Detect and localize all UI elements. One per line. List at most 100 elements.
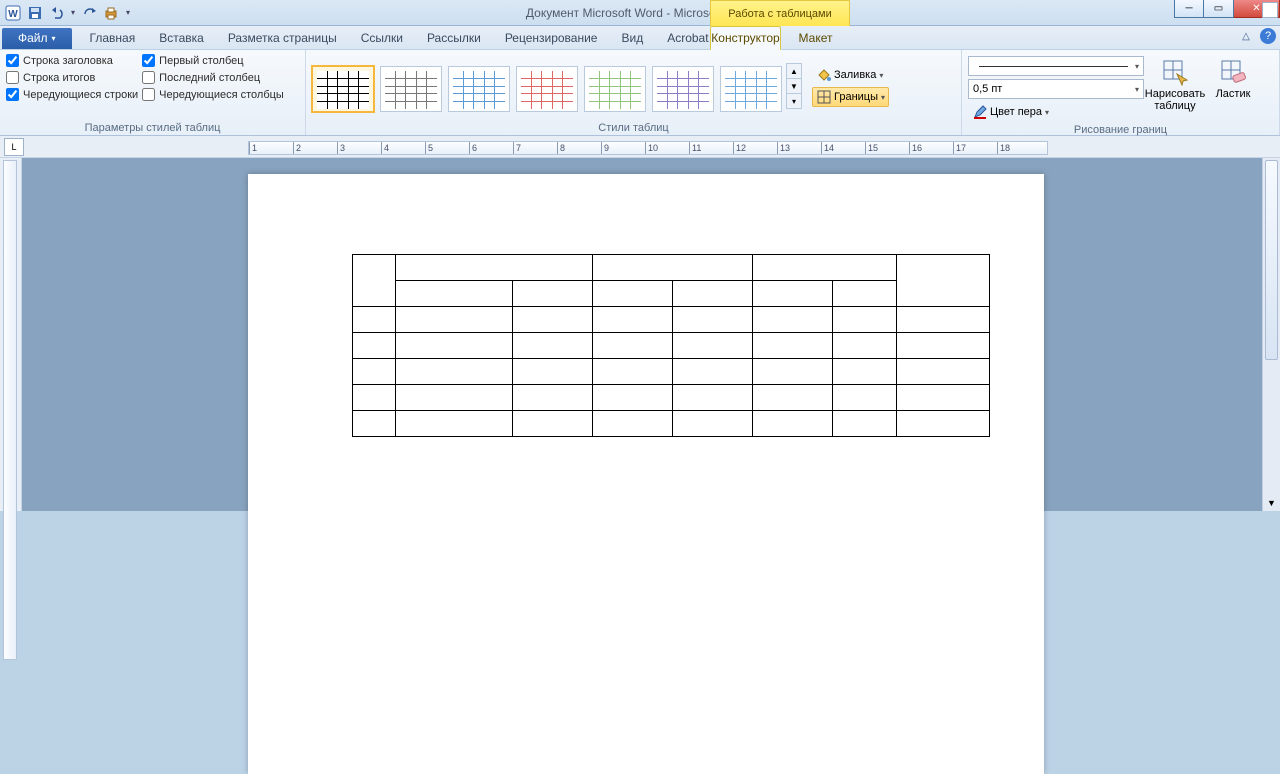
table-cell[interactable] [353, 255, 396, 307]
checkbox-Последний столбец[interactable]: Последний столбец [142, 71, 284, 84]
table-cell[interactable] [753, 255, 897, 281]
tab-Вид[interactable]: Вид [609, 27, 655, 49]
table-cell[interactable] [753, 281, 833, 307]
tab-Вставка[interactable]: Вставка [147, 27, 216, 49]
print-icon[interactable] [100, 2, 122, 24]
table-style-thumb[interactable] [720, 66, 782, 112]
table-cell[interactable] [673, 281, 753, 307]
table-cell[interactable] [396, 281, 513, 307]
table-cell[interactable] [753, 333, 833, 359]
checkbox-Первый столбец[interactable]: Первый столбец [142, 54, 284, 67]
minimize-ribbon-icon[interactable]: △ [1238, 28, 1254, 44]
tab-selector[interactable]: L [4, 138, 24, 156]
table-cell[interactable] [353, 359, 396, 385]
table-cell[interactable] [753, 385, 833, 411]
scroll-thumb[interactable] [1265, 160, 1278, 360]
table-style-thumb[interactable] [652, 66, 714, 112]
table-cell[interactable] [593, 307, 673, 333]
scroll-down-icon[interactable]: ▼ [1263, 495, 1280, 511]
table-cell[interactable] [513, 385, 593, 411]
save-icon[interactable] [24, 2, 46, 24]
undo-dropdown-icon[interactable]: ▾ [68, 2, 78, 24]
table-cell[interactable] [753, 359, 833, 385]
qat-customize-icon[interactable]: ▾ [122, 2, 134, 24]
tab-Ссылки[interactable]: Ссылки [349, 27, 415, 49]
table-cell[interactable] [753, 411, 833, 437]
table-cell[interactable] [833, 333, 897, 359]
table-cell[interactable] [396, 359, 513, 385]
table-cell[interactable] [833, 359, 897, 385]
table-cell[interactable] [513, 411, 593, 437]
table-cell[interactable] [396, 333, 513, 359]
draw-table-button[interactable]: Нарисовать таблицу [1148, 56, 1202, 112]
table-cell[interactable] [897, 307, 990, 333]
checkbox-Чередующиеся столбцы[interactable]: Чередующиеся столбцы [142, 88, 284, 101]
table-cell[interactable] [353, 411, 396, 437]
eraser-button[interactable]: Ластик [1206, 56, 1260, 100]
table-cell[interactable] [673, 333, 753, 359]
view-ruler-toggle[interactable] [1262, 2, 1278, 18]
vertical-scrollbar[interactable]: ▲ ▼ [1262, 158, 1280, 511]
document-page[interactable] [248, 174, 1044, 774]
tab-Главная[interactable]: Главная [78, 27, 148, 49]
line-weight-combo[interactable]: 0,5 пт▾ [968, 79, 1144, 99]
tab-layout[interactable]: Макет [781, 26, 850, 50]
table-cell[interactable] [396, 385, 513, 411]
tab-Разметка страницы[interactable]: Разметка страницы [216, 27, 349, 49]
table-cell[interactable] [753, 307, 833, 333]
table-cell[interactable] [897, 255, 990, 307]
shading-button[interactable]: Заливка▾ [812, 65, 889, 85]
table-style-thumb[interactable] [380, 66, 442, 112]
checkbox-Строка итогов[interactable]: Строка итогов [6, 71, 138, 84]
table-style-thumb[interactable] [516, 66, 578, 112]
minimize-button[interactable]: ─ [1174, 0, 1204, 18]
gallery-more-icon[interactable]: ▾ [787, 94, 801, 108]
table-cell[interactable] [897, 333, 990, 359]
tab-designer[interactable]: Конструктор [710, 26, 781, 50]
table-cell[interactable] [593, 333, 673, 359]
table-cell[interactable] [513, 333, 593, 359]
table-cell[interactable] [396, 255, 593, 281]
tab-Рассылки[interactable]: Рассылки [415, 27, 493, 49]
table-cell[interactable] [396, 411, 513, 437]
gallery-up-icon[interactable]: ▲ [787, 64, 801, 79]
table-cell[interactable] [593, 411, 673, 437]
undo-icon[interactable] [46, 2, 68, 24]
table-cell[interactable] [673, 385, 753, 411]
table-cell[interactable] [513, 281, 593, 307]
gallery-scroll[interactable]: ▲ ▼ ▾ [786, 63, 802, 109]
table-style-thumb[interactable] [584, 66, 646, 112]
table-cell[interactable] [897, 411, 990, 437]
checkbox-Чередующиеся строки[interactable]: Чередующиеся строки [6, 88, 138, 101]
table-styles-gallery[interactable] [312, 60, 782, 112]
word-icon[interactable]: W [2, 2, 24, 24]
table-cell[interactable] [513, 359, 593, 385]
table-cell[interactable] [593, 255, 753, 281]
table-cell[interactable] [897, 385, 990, 411]
document-table[interactable] [352, 254, 990, 437]
borders-button[interactable]: Границы▾ [812, 87, 889, 107]
horizontal-ruler[interactable]: 123456789101112131415161718 [248, 138, 1280, 156]
gallery-down-icon[interactable]: ▼ [787, 79, 801, 94]
table-cell[interactable] [833, 411, 897, 437]
line-style-combo[interactable]: ▾ [968, 56, 1144, 76]
checkbox-Строка заголовка[interactable]: Строка заголовка [6, 54, 138, 67]
table-style-thumb[interactable] [448, 66, 510, 112]
help-icon[interactable]: ? [1260, 28, 1276, 44]
vertical-ruler[interactable] [0, 158, 22, 511]
table-style-thumb[interactable] [312, 66, 374, 112]
table-cell[interactable] [897, 359, 990, 385]
redo-icon[interactable] [78, 2, 100, 24]
table-cell[interactable] [593, 359, 673, 385]
maximize-button[interactable]: ▭ [1204, 0, 1234, 18]
table-cell[interactable] [673, 411, 753, 437]
pen-color-button[interactable]: Цвет пера▾ [968, 102, 1144, 122]
table-cell[interactable] [353, 307, 396, 333]
table-cell[interactable] [833, 281, 897, 307]
table-cell[interactable] [513, 307, 593, 333]
table-cell[interactable] [673, 359, 753, 385]
table-cell[interactable] [353, 333, 396, 359]
table-cell[interactable] [593, 281, 673, 307]
file-tab[interactable]: Файл▾ [2, 28, 72, 49]
tab-Рецензирование[interactable]: Рецензирование [493, 27, 610, 49]
